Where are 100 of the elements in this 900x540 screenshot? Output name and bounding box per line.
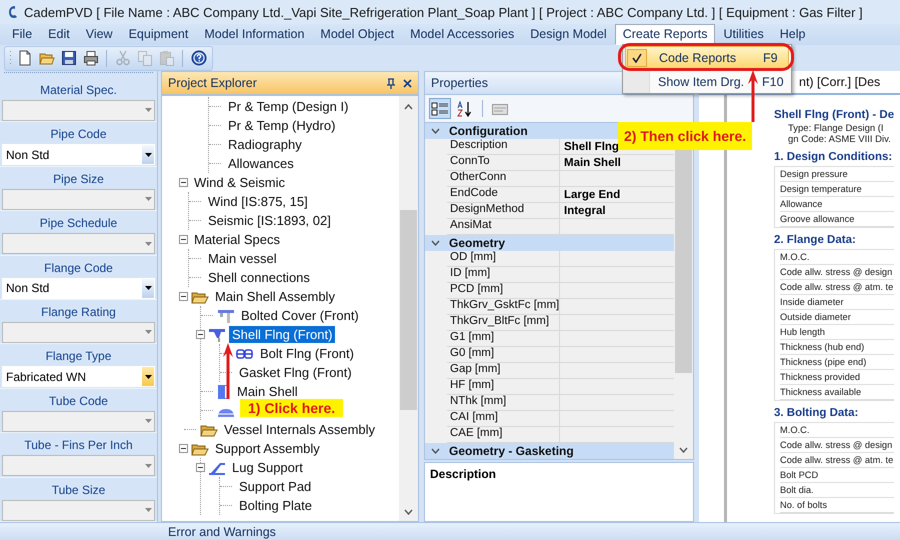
collapse-icon[interactable] [179, 235, 188, 244]
property-name: ThkGrv_BltFc [mm] [447, 315, 560, 330]
tree-item[interactable]: Radiography [225, 136, 305, 153]
menu-item[interactable]: Design Model [522, 24, 615, 45]
tree-item[interactable]: Main Shell Assembly [212, 288, 338, 305]
dropdown-field[interactable]: Fabricated WN [2, 366, 155, 388]
collapse-icon[interactable] [179, 292, 188, 301]
table-cell: Hub length [780, 325, 894, 340]
tree-item[interactable]: Support Pad [236, 478, 314, 495]
dropdown-button[interactable] [142, 278, 154, 298]
dropdown-field[interactable] [2, 322, 155, 343]
menu-item[interactable]: View [78, 24, 121, 45]
menu-item[interactable]: Code Reports F9 [625, 46, 789, 69]
table-cell: Outside diameter [780, 310, 894, 325]
menu-item[interactable]: Model Information [196, 24, 312, 45]
property-value[interactable]: Main Shell [564, 157, 621, 169]
field-label: Tube Size [52, 482, 106, 497]
app-logo-icon [6, 4, 18, 20]
dropdown-field[interactable]: Non Std [2, 144, 155, 166]
printer-icon[interactable] [81, 48, 100, 68]
menu-item[interactable]: File [4, 24, 40, 45]
property-name: ConnTo [447, 155, 560, 170]
help-icon[interactable] [189, 48, 208, 68]
tree-item[interactable]: Bolting Plate [236, 497, 315, 514]
panel-title: Error and Warnings [168, 525, 276, 539]
dropdown-button[interactable] [142, 145, 154, 164]
table-cell: Code allw. stress @ design [780, 265, 894, 280]
scroll-thumb[interactable] [400, 210, 417, 410]
dropdown-field[interactable] [2, 233, 155, 254]
dropdown-field[interactable] [2, 188, 155, 210]
collapse-icon[interactable] [196, 463, 205, 472]
field-label: Flange Type [46, 349, 112, 364]
tree-item[interactable]: Bolt Flng (Front) [257, 345, 357, 362]
folder-icon [200, 422, 218, 436]
tree-item[interactable]: Seismic [IS:1893, 02] [205, 212, 334, 229]
tree-item[interactable]: Shell Flng (Front) [229, 326, 336, 343]
menu-item[interactable]: Help [772, 24, 814, 45]
field-label: Pipe Size [53, 172, 104, 186]
caret-icon [144, 242, 152, 246]
tree-item[interactable]: Material Specs [191, 231, 283, 248]
tree-item[interactable]: Pr & Temp (Design I) [225, 98, 352, 115]
tree-item[interactable]: Wind [IS:875, 15] [205, 193, 311, 210]
tree-item[interactable]: Shell connections [205, 269, 313, 286]
property-name: OD [mm] [447, 251, 560, 266]
collapse-icon[interactable] [179, 444, 188, 453]
dropdown-field[interactable] [2, 100, 155, 121]
menu-item[interactable]: Model Object [312, 24, 402, 45]
collapse-icon[interactable] [196, 330, 205, 339]
menu-item[interactable]: Create Reports [614, 24, 716, 45]
scroll-down-icon [679, 447, 688, 453]
categorized-view-button[interactable] [429, 98, 451, 119]
tree-item[interactable]: Support Assembly [212, 440, 323, 457]
menu-item[interactable]: Model Accessories [402, 24, 522, 45]
property-name: G1 [mm] [447, 331, 560, 346]
tree-item[interactable]: Lug Support [229, 459, 306, 476]
arrow [223, 343, 233, 399]
tree-item[interactable]: Bolted Cover (Front) [238, 307, 362, 324]
menu-item[interactable]: Show Item Drg. F10 [625, 70, 789, 93]
tree-item[interactable]: Wind & Seismic [191, 174, 288, 191]
field-label: Flange Code [44, 260, 113, 275]
dropdown-button[interactable] [142, 367, 154, 386]
tree-item[interactable]: Main vessel [205, 250, 280, 267]
menu-item[interactable]: Utilities [715, 24, 772, 45]
report-text: Type: Flange Design (I [788, 123, 885, 134]
flange-icon [217, 308, 235, 322]
panel-title: Project Explorer [168, 76, 257, 90]
menu-item[interactable]: Edit [40, 24, 78, 45]
table-cell: No. of bolts [780, 498, 894, 513]
property-value[interactable]: Shell Flng [564, 141, 619, 153]
scrollbar[interactable] [399, 96, 418, 521]
property-name: NThk [mm] [447, 395, 560, 410]
dropdown-field[interactable] [2, 410, 155, 432]
save-icon[interactable] [59, 48, 78, 68]
table-cell: Design pressure [780, 167, 894, 182]
dropdown-field[interactable]: Non Std [2, 278, 155, 299]
tree-item[interactable]: Allowances [225, 155, 297, 172]
table-cell: Code allw. stress @ atm. te [780, 280, 894, 295]
collapse-icon[interactable] [179, 178, 188, 187]
dropdown-field[interactable] [2, 500, 155, 521]
window-title: CademPVD [ File Name : ABC Company Ltd._Vapi Site_Refrigeration Plant_Soap Plant ] [ Project : ABC Company Ltd. ] [ Equipment : Gas Filter ] [24, 4, 863, 20]
folder-icon [191, 442, 209, 456]
property-name: CAE [mm] [447, 427, 560, 442]
tree-item[interactable]: Vessel Internals Assembly [221, 421, 378, 438]
field-label: Pipe Code [50, 127, 107, 142]
property-value[interactable]: Large End [564, 189, 620, 201]
tree-item[interactable]: Main Shell [234, 383, 301, 400]
table-cell: Thickness (pipe end) [780, 355, 894, 370]
property-name: HF [mm] [447, 379, 560, 394]
caret-icon [144, 152, 152, 157]
dropdown-field[interactable] [2, 455, 155, 476]
caret-icon [144, 108, 152, 112]
tree-item[interactable]: Pr & Temp (Hydro) [225, 117, 338, 134]
field-label: Tube - Fins Per Inch [24, 438, 133, 452]
table-cell: Thickness (hub end) [780, 340, 894, 355]
tree-item[interactable]: Gasket Flng (Front) [236, 364, 355, 381]
table-cell: Code allw. stress @ design [780, 438, 894, 453]
property-value[interactable]: Integral [564, 205, 606, 217]
folder-icon [191, 290, 209, 304]
category-label: Configuration [448, 124, 528, 138]
menu-item[interactable]: Equipment [120, 24, 196, 45]
